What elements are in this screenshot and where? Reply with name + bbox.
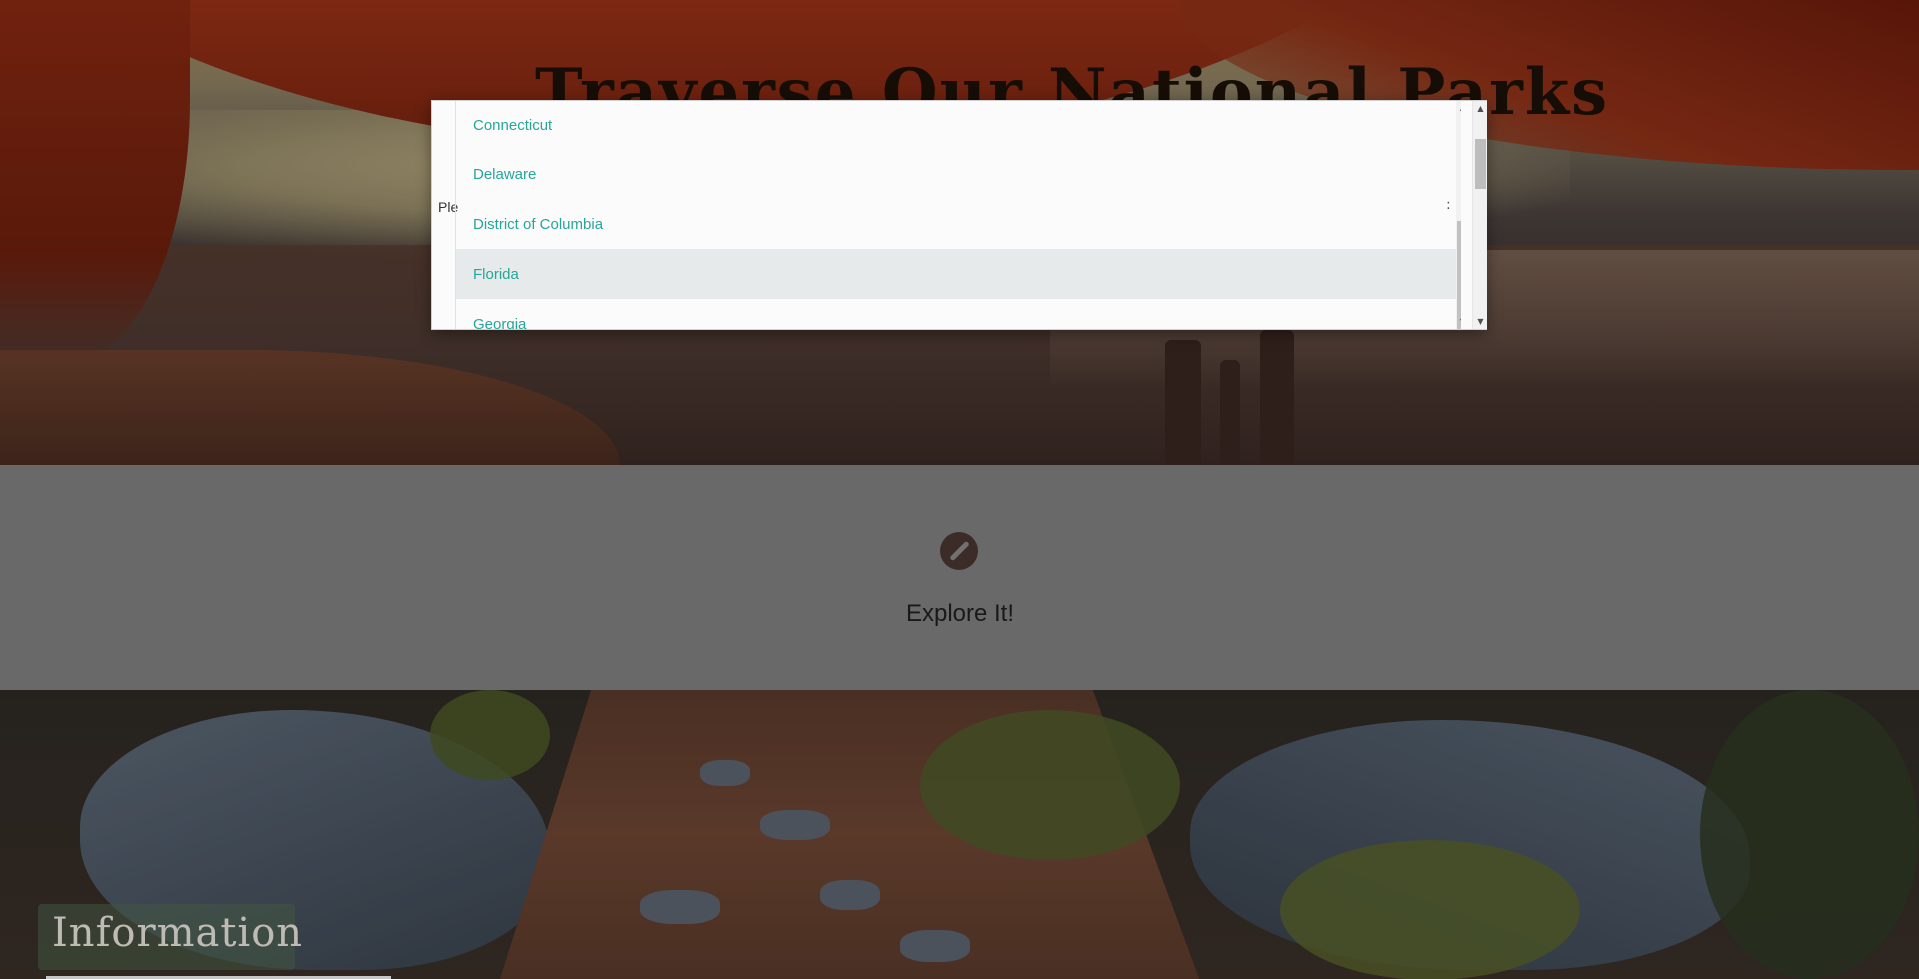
state-select-modal: Ple : Connecticut Delaware District of C… bbox=[431, 100, 1487, 330]
dropdown-scroll-thumb[interactable] bbox=[1457, 221, 1461, 329]
modal-scrollbar[interactable]: ▲ ▼ bbox=[1472, 101, 1487, 329]
scroll-up-icon[interactable]: ▲ bbox=[1456, 101, 1461, 115]
state-option[interactable]: Georgia bbox=[456, 299, 1461, 330]
state-dropdown-list[interactable]: Connecticut Delaware District of Columbi… bbox=[455, 101, 1461, 329]
scroll-down-icon[interactable]: ▼ bbox=[1473, 314, 1488, 329]
state-option[interactable]: District of Columbia bbox=[456, 199, 1461, 249]
modal-scroll-thumb[interactable] bbox=[1475, 139, 1486, 189]
state-option[interactable]: Delaware bbox=[456, 149, 1461, 199]
scroll-up-icon[interactable]: ▲ bbox=[1473, 101, 1488, 116]
state-option[interactable]: Connecticut bbox=[456, 101, 1461, 149]
state-option-highlighted[interactable]: Florida bbox=[456, 249, 1461, 299]
dropdown-scrollbar[interactable]: ▲ ▼ bbox=[1456, 101, 1461, 329]
scroll-down-icon[interactable]: ▼ bbox=[1456, 315, 1461, 329]
